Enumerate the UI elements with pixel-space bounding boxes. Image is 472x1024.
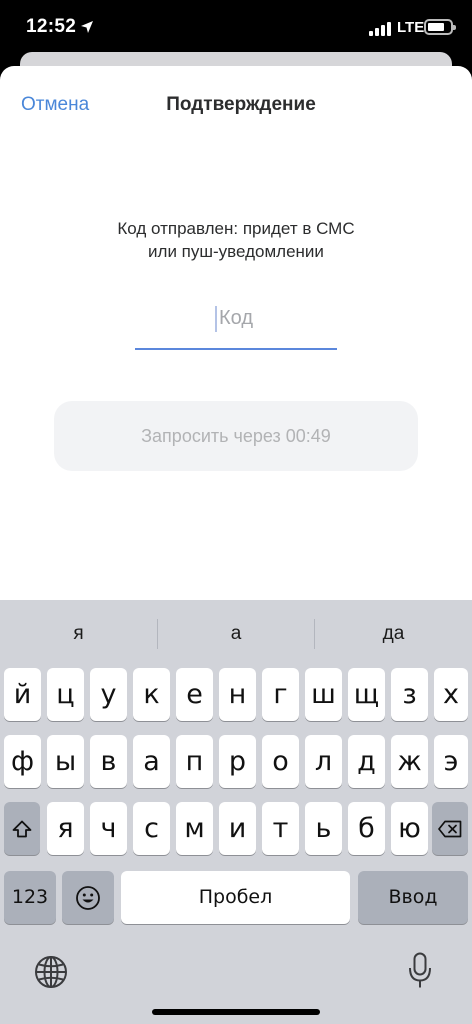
keyboard: я а да й ц у к е н г ш щ з х ф ы в а п р… bbox=[0, 600, 472, 1024]
suggestion-bar: я а да bbox=[0, 600, 472, 664]
sent-message-line-1: Код отправлен: придет в СМС bbox=[117, 219, 355, 238]
key-letter[interactable]: в bbox=[90, 735, 127, 788]
key-letter[interactable]: м bbox=[176, 802, 213, 855]
key-letter[interactable]: х bbox=[434, 668, 468, 721]
space-key[interactable]: Пробел bbox=[121, 871, 350, 924]
battery-icon bbox=[424, 19, 456, 35]
sent-message-line-2: или пуш-уведомлении bbox=[148, 242, 324, 261]
location-arrow-icon bbox=[81, 21, 93, 33]
key-letter[interactable]: р bbox=[219, 735, 256, 788]
key-letter[interactable]: ш bbox=[305, 668, 342, 721]
resend-code-button[interactable]: Запросить через 00:49 bbox=[54, 401, 418, 471]
key-letter[interactable]: ф bbox=[4, 735, 41, 788]
backspace-key[interactable] bbox=[432, 802, 468, 855]
key-letter[interactable]: т bbox=[262, 802, 299, 855]
text-caret bbox=[215, 306, 217, 332]
shift-key[interactable] bbox=[4, 802, 40, 855]
key-letter[interactable]: н bbox=[219, 668, 256, 721]
key-letter[interactable]: б bbox=[348, 802, 385, 855]
key-letter[interactable]: е bbox=[176, 668, 213, 721]
key-letter[interactable]: г bbox=[262, 668, 299, 721]
key-letter[interactable]: я bbox=[47, 802, 84, 855]
key-letter[interactable]: й bbox=[4, 668, 41, 721]
suggestion-1[interactable]: я bbox=[0, 600, 157, 664]
key-letter[interactable]: э bbox=[434, 735, 468, 788]
network-type: LTE bbox=[397, 19, 425, 36]
signal-strength-icon bbox=[369, 22, 393, 36]
key-letter[interactable]: у bbox=[90, 668, 127, 721]
key-letter[interactable]: л bbox=[305, 735, 342, 788]
emoji-key[interactable] bbox=[62, 871, 114, 924]
key-letter[interactable]: и bbox=[219, 802, 256, 855]
key-letter[interactable]: о bbox=[262, 735, 299, 788]
home-indicator bbox=[152, 1009, 320, 1015]
numbers-key[interactable]: 123 bbox=[4, 871, 56, 924]
code-input[interactable] bbox=[135, 298, 337, 338]
key-letter[interactable]: ь bbox=[305, 802, 342, 855]
status-time: 12:52 bbox=[26, 16, 77, 37]
code-field[interactable] bbox=[135, 298, 337, 350]
key-letter[interactable]: з bbox=[391, 668, 428, 721]
key-letter[interactable]: ч bbox=[90, 802, 127, 855]
key-letter[interactable]: ц bbox=[47, 668, 84, 721]
key-letter[interactable]: а bbox=[133, 735, 170, 788]
suggestion-2[interactable]: а bbox=[158, 600, 314, 664]
key-letter[interactable]: к bbox=[133, 668, 170, 721]
key-letter[interactable]: ю bbox=[391, 802, 428, 855]
cancel-button[interactable]: Отмена bbox=[21, 94, 89, 116]
key-letter[interactable]: ы bbox=[47, 735, 84, 788]
key-letter[interactable]: с bbox=[133, 802, 170, 855]
shift-icon bbox=[12, 820, 32, 837]
key-letter[interactable]: щ bbox=[348, 668, 385, 721]
return-key[interactable]: Ввод bbox=[358, 871, 468, 924]
globe-icon[interactable] bbox=[34, 955, 68, 989]
backspace-icon bbox=[438, 820, 462, 837]
key-letter[interactable]: д bbox=[348, 735, 385, 788]
sent-message: Код отправлен: придет в СМС или пуш-увед… bbox=[0, 217, 472, 263]
microphone-icon[interactable] bbox=[407, 952, 433, 990]
suggestion-3[interactable]: да bbox=[315, 600, 472, 664]
key-letter[interactable]: ж bbox=[391, 735, 428, 788]
emoji-icon bbox=[76, 885, 100, 910]
key-letter[interactable]: п bbox=[176, 735, 213, 788]
